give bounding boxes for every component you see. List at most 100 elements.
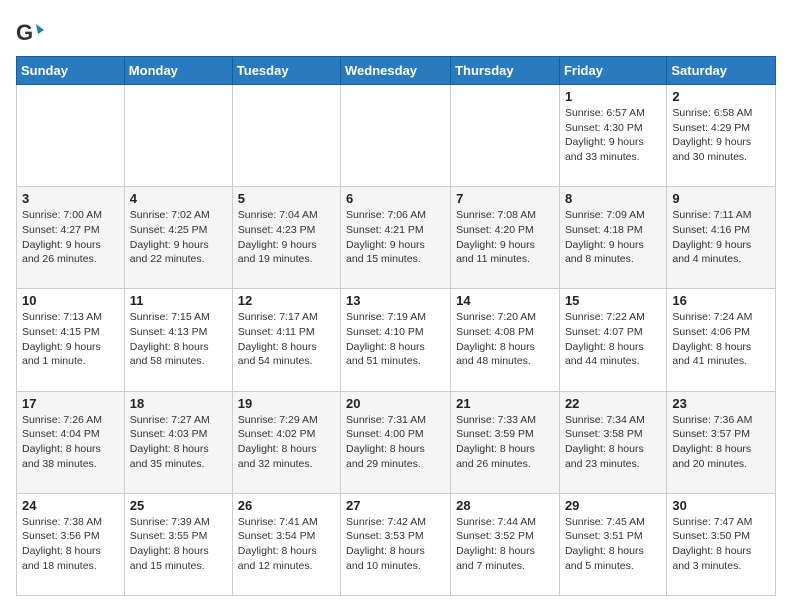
day-cell: 1 Sunrise: 6:57 AM Sunset: 4:30 PM Daylig… <box>559 85 666 187</box>
col-tuesday: Tuesday <box>232 57 340 85</box>
day-info: Sunrise: 7:47 AM Sunset: 3:50 PM Dayligh… <box>672 515 770 574</box>
day-info: Sunrise: 7:08 AM Sunset: 4:20 PM Dayligh… <box>456 208 554 267</box>
day-cell <box>341 85 451 187</box>
day-number: 28 <box>456 498 554 513</box>
day-info: Sunrise: 7:15 AM Sunset: 4:13 PM Dayligh… <box>130 310 227 369</box>
calendar-body: 1 Sunrise: 6:57 AM Sunset: 4:30 PM Daylig… <box>17 85 776 596</box>
day-info: Sunrise: 6:58 AM Sunset: 4:29 PM Dayligh… <box>672 106 770 165</box>
day-info: Sunrise: 7:38 AM Sunset: 3:56 PM Dayligh… <box>22 515 119 574</box>
day-number: 5 <box>238 191 335 206</box>
col-monday: Monday <box>124 57 232 85</box>
day-cell: 17 Sunrise: 7:26 AM Sunset: 4:04 PM Dayli… <box>17 391 125 493</box>
day-number: 24 <box>22 498 119 513</box>
day-info: Sunrise: 7:04 AM Sunset: 4:23 PM Dayligh… <box>238 208 335 267</box>
calendar-header: SundayMondayTuesdayWednesdayThursdayFrid… <box>17 57 776 85</box>
day-info: Sunrise: 7:26 AM Sunset: 4:04 PM Dayligh… <box>22 413 119 472</box>
day-number: 19 <box>238 396 335 411</box>
day-number: 23 <box>672 396 770 411</box>
day-info: Sunrise: 7:29 AM Sunset: 4:02 PM Dayligh… <box>238 413 335 472</box>
day-cell: 20 Sunrise: 7:31 AM Sunset: 4:00 PM Dayli… <box>341 391 451 493</box>
day-cell: 21Sunrise: 7:33 AM Sunset: 3:59 PM Dayli… <box>451 391 560 493</box>
day-cell: 26 Sunrise: 7:41 AM Sunset: 3:54 PM Dayli… <box>232 493 340 595</box>
day-number: 21 <box>456 396 554 411</box>
day-cell: 3 Sunrise: 7:00 AM Sunset: 4:27 PM Daylig… <box>17 187 125 289</box>
day-number: 6 <box>346 191 445 206</box>
day-number: 1 <box>565 89 661 104</box>
day-number: 3 <box>22 191 119 206</box>
day-cell: 27 Sunrise: 7:42 AM Sunset: 3:53 PM Dayli… <box>341 493 451 595</box>
day-number: 17 <box>22 396 119 411</box>
day-info: Sunrise: 7:34 AM Sunset: 3:58 PM Dayligh… <box>565 413 661 472</box>
day-number: 10 <box>22 293 119 308</box>
day-info: Sunrise: 7:17 AM Sunset: 4:11 PM Dayligh… <box>238 310 335 369</box>
day-cell: 19 Sunrise: 7:29 AM Sunset: 4:02 PM Dayli… <box>232 391 340 493</box>
logo-icon: G <box>16 20 44 48</box>
col-thursday: Thursday <box>451 57 560 85</box>
day-cell: 4 Sunrise: 7:02 AM Sunset: 4:25 PM Daylig… <box>124 187 232 289</box>
day-info: Sunrise: 7:02 AM Sunset: 4:25 PM Dayligh… <box>130 208 227 267</box>
day-info: Sunrise: 7:44 AM Sunset: 3:52 PM Dayligh… <box>456 515 554 574</box>
day-number: 11 <box>130 293 227 308</box>
day-number: 8 <box>565 191 661 206</box>
day-cell <box>232 85 340 187</box>
day-info: Sunrise: 7:42 AM Sunset: 3:53 PM Dayligh… <box>346 515 445 574</box>
page-header: G <box>16 16 776 48</box>
day-info: Sunrise: 7:00 AM Sunset: 4:27 PM Dayligh… <box>22 208 119 267</box>
day-number: 2 <box>672 89 770 104</box>
day-cell <box>17 85 125 187</box>
day-cell: 5 Sunrise: 7:04 AM Sunset: 4:23 PM Daylig… <box>232 187 340 289</box>
day-number: 16 <box>672 293 770 308</box>
day-number: 18 <box>130 396 227 411</box>
day-number: 20 <box>346 396 445 411</box>
day-cell: 2 Sunrise: 6:58 AM Sunset: 4:29 PM Daylig… <box>667 85 776 187</box>
col-friday: Friday <box>559 57 666 85</box>
week-row-1: 3 Sunrise: 7:00 AM Sunset: 4:27 PM Daylig… <box>17 187 776 289</box>
day-cell: 22 Sunrise: 7:34 AM Sunset: 3:58 PM Dayli… <box>559 391 666 493</box>
week-row-0: 1 Sunrise: 6:57 AM Sunset: 4:30 PM Daylig… <box>17 85 776 187</box>
day-info: Sunrise: 6:57 AM Sunset: 4:30 PM Dayligh… <box>565 106 661 165</box>
day-info: Sunrise: 7:13 AM Sunset: 4:15 PM Dayligh… <box>22 310 119 369</box>
week-row-4: 24 Sunrise: 7:38 AM Sunset: 3:56 PM Dayli… <box>17 493 776 595</box>
day-number: 29 <box>565 498 661 513</box>
day-info: Sunrise: 7:45 AM Sunset: 3:51 PM Dayligh… <box>565 515 661 574</box>
day-cell: 29 Sunrise: 7:45 AM Sunset: 3:51 PM Dayli… <box>559 493 666 595</box>
week-row-2: 10 Sunrise: 7:13 AM Sunset: 4:15 PM Dayli… <box>17 289 776 391</box>
day-info: Sunrise: 7:36 AM Sunset: 3:57 PM Dayligh… <box>672 413 770 472</box>
day-info: Sunrise: 7:24 AM Sunset: 4:06 PM Dayligh… <box>672 310 770 369</box>
col-sunday: Sunday <box>17 57 125 85</box>
day-cell: 8 Sunrise: 7:09 AM Sunset: 4:18 PM Daylig… <box>559 187 666 289</box>
header-row: SundayMondayTuesdayWednesdayThursdayFrid… <box>17 57 776 85</box>
day-cell: 24 Sunrise: 7:38 AM Sunset: 3:56 PM Dayli… <box>17 493 125 595</box>
day-number: 26 <box>238 498 335 513</box>
logo: G <box>16 20 48 48</box>
day-number: 22 <box>565 396 661 411</box>
day-info: Sunrise: 7:41 AM Sunset: 3:54 PM Dayligh… <box>238 515 335 574</box>
day-number: 14 <box>456 293 554 308</box>
day-cell: 7 Sunrise: 7:08 AM Sunset: 4:20 PM Daylig… <box>451 187 560 289</box>
day-info: Sunrise: 7:31 AM Sunset: 4:00 PM Dayligh… <box>346 413 445 472</box>
day-cell: 23 Sunrise: 7:36 AM Sunset: 3:57 PM Dayli… <box>667 391 776 493</box>
day-info: Sunrise: 7:20 AM Sunset: 4:08 PM Dayligh… <box>456 310 554 369</box>
day-number: 13 <box>346 293 445 308</box>
day-cell: 6Sunrise: 7:06 AM Sunset: 4:21 PM Daylig… <box>341 187 451 289</box>
day-cell: 10 Sunrise: 7:13 AM Sunset: 4:15 PM Dayli… <box>17 289 125 391</box>
day-number: 27 <box>346 498 445 513</box>
day-cell: 25Sunrise: 7:39 AM Sunset: 3:55 PM Dayli… <box>124 493 232 595</box>
day-cell: 15Sunrise: 7:22 AM Sunset: 4:07 PM Dayli… <box>559 289 666 391</box>
day-cell: 9 Sunrise: 7:11 AM Sunset: 4:16 PM Daylig… <box>667 187 776 289</box>
day-cell: 14 Sunrise: 7:20 AM Sunset: 4:08 PM Dayli… <box>451 289 560 391</box>
col-saturday: Saturday <box>667 57 776 85</box>
day-info: Sunrise: 7:39 AM Sunset: 3:55 PM Dayligh… <box>130 515 227 574</box>
day-number: 9 <box>672 191 770 206</box>
day-cell: 12Sunrise: 7:17 AM Sunset: 4:11 PM Dayli… <box>232 289 340 391</box>
day-cell <box>451 85 560 187</box>
day-cell: 30Sunrise: 7:47 AM Sunset: 3:50 PM Dayli… <box>667 493 776 595</box>
day-number: 4 <box>130 191 227 206</box>
day-info: Sunrise: 7:22 AM Sunset: 4:07 PM Dayligh… <box>565 310 661 369</box>
day-info: Sunrise: 7:11 AM Sunset: 4:16 PM Dayligh… <box>672 208 770 267</box>
day-info: Sunrise: 7:09 AM Sunset: 4:18 PM Dayligh… <box>565 208 661 267</box>
week-row-3: 17 Sunrise: 7:26 AM Sunset: 4:04 PM Dayli… <box>17 391 776 493</box>
day-number: 7 <box>456 191 554 206</box>
day-info: Sunrise: 7:19 AM Sunset: 4:10 PM Dayligh… <box>346 310 445 369</box>
day-cell <box>124 85 232 187</box>
